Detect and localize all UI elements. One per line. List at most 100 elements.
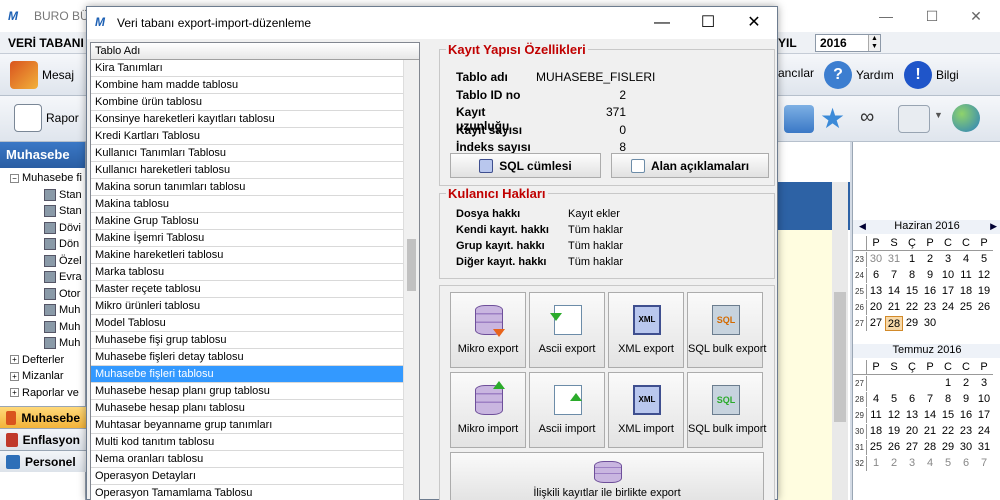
table-row[interactable]: Makina tablosu: [91, 196, 404, 213]
xml-import-button[interactable]: XML XML import: [608, 372, 684, 448]
ascii-import-button[interactable]: Ascii import: [529, 372, 605, 448]
table-row[interactable]: Operasyon Detayları: [91, 468, 404, 485]
dialog-close-icon[interactable]: ✕: [731, 7, 777, 39]
calendar-day[interactable]: 14: [885, 284, 903, 299]
tree-item[interactable]: Stan: [0, 203, 85, 220]
calendar-day[interactable]: 5: [975, 252, 993, 267]
sql-statement-button[interactable]: SQL cümlesi: [450, 153, 601, 178]
table-row[interactable]: Kombine ürün tablosu: [91, 94, 404, 111]
table-row[interactable]: Muhasebe fişi grup tablosu: [91, 332, 404, 349]
mikro-export-button[interactable]: Mikro export: [450, 292, 526, 368]
calendar-day[interactable]: 16: [957, 408, 975, 423]
prev-month-icon[interactable]: ◀: [859, 221, 866, 232]
calendar-day[interactable]: 25: [867, 440, 885, 455]
hierarchy-icon[interactable]: [784, 105, 814, 133]
table-row[interactable]: Makine Grup Tablosu: [91, 213, 404, 230]
calendar-day[interactable]: 2: [921, 252, 939, 267]
calendar-day[interactable]: 18: [867, 424, 885, 439]
calendar-day[interactable]: 7: [885, 268, 903, 283]
calendar-day[interactable]: 28: [885, 316, 903, 331]
calendar-day[interactable]: 12: [885, 408, 903, 423]
table-list-header[interactable]: Tablo Adı: [91, 43, 419, 60]
calendar-day[interactable]: 4: [921, 456, 939, 471]
table-row[interactable]: Konsinye hareketleri kayıtları tablosu: [91, 111, 404, 128]
binoculars-icon[interactable]: ∞: [860, 106, 874, 129]
calendar-day[interactable]: 21: [921, 424, 939, 439]
sql-bulk-export-button[interactable]: SQL SQL bulk export: [687, 292, 766, 368]
calendar-day[interactable]: 19: [975, 284, 993, 299]
calendar-day[interactable]: 15: [903, 284, 921, 299]
help-button[interactable]: ? Yardım: [824, 61, 894, 89]
calendar-day[interactable]: 27: [867, 316, 885, 331]
calendar-day[interactable]: 8: [939, 392, 957, 407]
table-row[interactable]: Multi kod tanıtım tablosu: [91, 434, 404, 451]
ascii-export-button[interactable]: Ascii export: [529, 292, 605, 368]
workspace-scrollbar[interactable]: [832, 182, 848, 500]
globe-icon[interactable]: [952, 104, 980, 132]
table-row[interactable]: Marka tablosu: [91, 264, 404, 281]
tree-item[interactable]: − Muhasebe fi: [0, 170, 85, 187]
calendar-day[interactable]: 15: [939, 408, 957, 423]
calendar-day[interactable]: 14: [921, 408, 939, 423]
calendar-day[interactable]: 7: [975, 456, 993, 471]
star-icon[interactable]: ★: [820, 102, 845, 135]
calendar-day[interactable]: 9: [957, 392, 975, 407]
calendar-day[interactable]: 6: [903, 392, 921, 407]
year-stepper[interactable]: 2016 ▲ ▼: [815, 34, 881, 52]
calendar-day[interactable]: 11: [867, 408, 885, 423]
calendar-day[interactable]: 10: [975, 392, 993, 407]
table-row[interactable]: Muhasebe fişleri detay tablosu: [91, 349, 404, 366]
calendar-day[interactable]: 27: [903, 440, 921, 455]
scroll-thumb[interactable]: [834, 292, 846, 422]
table-row[interactable]: Mikro ürünleri tablosu: [91, 298, 404, 315]
mikro-import-button[interactable]: Mikro import: [450, 372, 526, 448]
calendar-day[interactable]: 6: [867, 268, 885, 283]
tree-item[interactable]: Evra: [0, 269, 85, 286]
calendar-day[interactable]: 26: [885, 440, 903, 455]
calendar-day[interactable]: 13: [903, 408, 921, 423]
calendar-day[interactable]: 2: [957, 376, 975, 391]
calendar-day[interactable]: 6: [957, 456, 975, 471]
calendar-day[interactable]: 13: [867, 284, 885, 299]
calendar-day[interactable]: 20: [867, 300, 885, 315]
calendar-day[interactable]: 17: [975, 408, 993, 423]
table-row[interactable]: Makine İşemri Tablosu: [91, 230, 404, 247]
calendar-day[interactable]: 1: [867, 456, 885, 471]
calendar-day[interactable]: 2: [885, 456, 903, 471]
calendar-day[interactable]: 24: [939, 300, 957, 315]
table-row[interactable]: Kredi Kartları Tablosu: [91, 128, 404, 145]
calendar-day[interactable]: 12: [975, 268, 993, 283]
calendar-day[interactable]: 5: [939, 456, 957, 471]
calendar-day[interactable]: 11: [957, 268, 975, 283]
calendar-day[interactable]: 22: [903, 300, 921, 315]
table-row[interactable]: Kullanıcı Tanımları Tablosu: [91, 145, 404, 162]
calendar-day[interactable]: 18: [957, 284, 975, 299]
calendar-grid-icon[interactable]: [898, 105, 930, 133]
next-month-icon[interactable]: ▶: [990, 221, 997, 232]
calendar-day[interactable]: 9: [921, 268, 939, 283]
calendar-day[interactable]: 31: [885, 252, 903, 267]
table-row[interactable]: Kira Tanımları: [91, 60, 404, 77]
spin-arrows-icon[interactable]: ▲ ▼: [868, 35, 880, 51]
calendar-day[interactable]: 29: [939, 440, 957, 455]
calendar-day[interactable]: 26: [975, 300, 993, 315]
close-icon[interactable]: ✕: [966, 6, 986, 26]
table-scroll-thumb[interactable]: [407, 239, 416, 291]
dialog-maximize-icon[interactable]: ☐: [685, 7, 731, 39]
calendar-day[interactable]: 31: [975, 440, 993, 455]
calendar-day[interactable]: 5: [885, 392, 903, 407]
calendar-day[interactable]: 21: [885, 300, 903, 315]
calendar-day[interactable]: 8: [903, 268, 921, 283]
tree-item[interactable]: Otor: [0, 286, 85, 303]
table-list-scrollbar[interactable]: [403, 60, 419, 500]
calendar-day[interactable]: 19: [885, 424, 903, 439]
dropdown-icon[interactable]: ▼: [934, 110, 943, 120]
calendar-day[interactable]: 23: [921, 300, 939, 315]
table-row[interactable]: Operasyon Tamamlama Tablosu: [91, 485, 404, 500]
dialog-minimize-icon[interactable]: —: [639, 7, 685, 39]
menu-veri-tabani[interactable]: VERİ TABANI: [8, 36, 84, 50]
module-button[interactable]: Muhasebe: [0, 406, 86, 428]
tree-item[interactable]: Muh: [0, 335, 85, 352]
module-button[interactable]: Enflasyon: [0, 428, 86, 450]
calendar-day[interactable]: 10: [939, 268, 957, 283]
